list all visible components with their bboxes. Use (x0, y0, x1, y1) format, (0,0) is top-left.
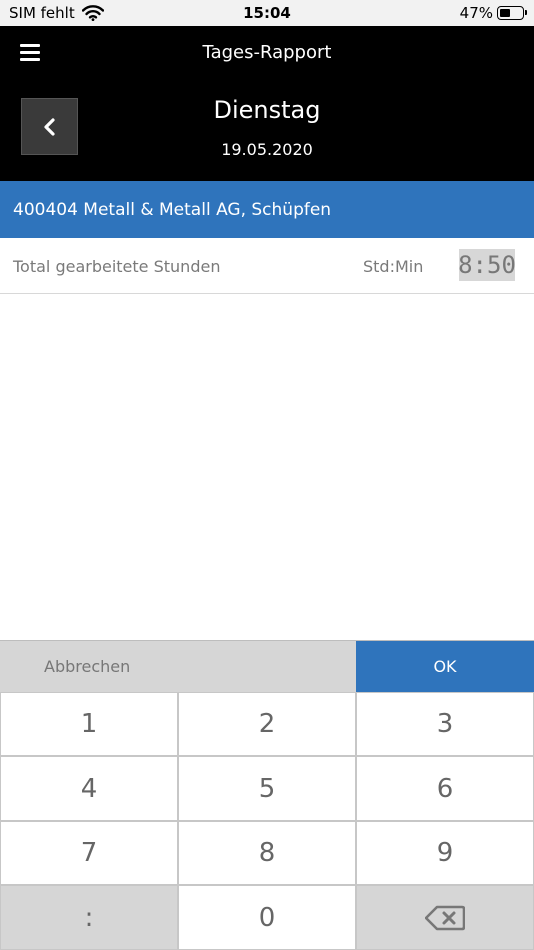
key-3[interactable]: 3 (356, 692, 534, 756)
app-header: Tages-Rapport Dienstag 19.05.2020 (0, 26, 534, 181)
numeric-keypad: Abbrechen OK 1 2 3 4 5 6 7 8 9 : 0 (0, 640, 534, 950)
ok-button[interactable]: OK (356, 641, 534, 692)
keypad-keys: 1 2 3 4 5 6 7 8 9 : 0 (0, 692, 534, 950)
keypad-action-row: Abbrechen OK (0, 641, 534, 692)
status-bar: SIM fehlt 15:04 47% (0, 0, 534, 26)
total-hours-row: Total gearbeitete Stunden Std:Min 8:50 (0, 238, 534, 294)
backspace-key[interactable] (356, 885, 534, 950)
status-battery-group: 47% (459, 4, 527, 22)
cancel-button[interactable]: Abbrechen (0, 641, 356, 692)
battery-percent: 47% (459, 4, 493, 22)
key-2[interactable]: 2 (178, 692, 356, 756)
key-colon[interactable]: : (0, 885, 178, 950)
total-hours-unit: Std:Min (363, 257, 424, 276)
status-time: 15:04 (243, 4, 291, 22)
total-hours-input[interactable]: 8:50 (458, 249, 516, 281)
key-5[interactable]: 5 (178, 756, 356, 821)
key-6[interactable]: 6 (356, 756, 534, 821)
backspace-icon (425, 905, 465, 930)
key-4[interactable]: 4 (0, 756, 178, 821)
key-0[interactable]: 0 (178, 885, 356, 950)
key-7[interactable]: 7 (0, 821, 178, 885)
key-8[interactable]: 8 (178, 821, 356, 885)
customer-bar: 400404 Metall & Metall AG, Schüpfen (0, 181, 534, 238)
page-title: Tages-Rapport (202, 42, 332, 63)
day-date: 19.05.2020 (221, 140, 313, 159)
battery-icon (497, 6, 527, 20)
key-9[interactable]: 9 (356, 821, 534, 885)
key-1[interactable]: 1 (0, 692, 178, 756)
day-title: Dienstag (213, 96, 321, 124)
total-hours-label: Total gearbeitete Stunden (13, 257, 221, 276)
